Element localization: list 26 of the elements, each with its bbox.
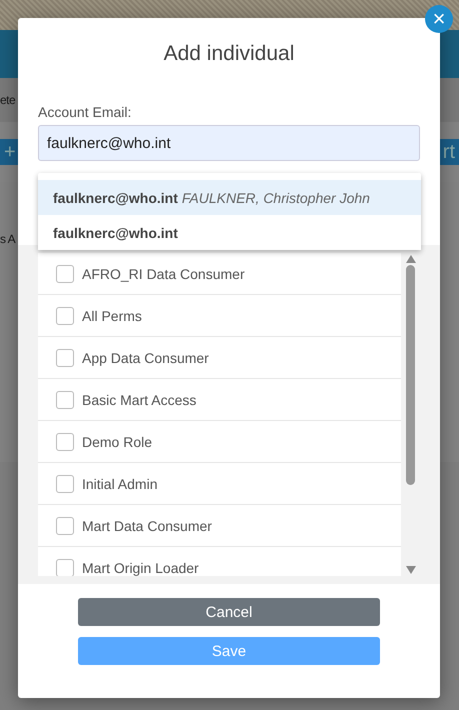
role-label: Mart Origin Loader [82,560,199,576]
field-label: Account Email: [38,104,132,120]
checkbox[interactable] [56,390,74,408]
role-label: AFRO_RI Data Consumer [82,266,245,282]
background-text: s A [0,232,16,246]
suggestion-item[interactable]: faulknerc@who.int FAULKNER, Christopher John [38,180,421,215]
checkbox[interactable] [56,264,74,282]
dialog-title: Add individual [162,42,296,66]
role-label: Mart Data Consumer [82,518,212,534]
role-label: Demo Role [82,434,152,450]
checkbox[interactable] [56,474,74,492]
suggestion-item[interactable]: faulknerc@who.int [38,215,421,250]
background-text: ete [0,93,16,107]
role-label: Initial Admin [82,476,158,492]
checkbox[interactable] [56,558,74,576]
checkbox[interactable] [56,516,74,534]
scroll-down-icon[interactable] [406,566,416,574]
checkbox[interactable] [56,306,74,324]
role-label: App Data Consumer [82,350,209,366]
scroll-up-icon[interactable] [406,255,416,263]
role-label: Basic Mart Access [82,392,196,408]
checkbox[interactable] [56,432,74,450]
cancel-button[interactable]: Cancel [78,598,380,626]
role-label: All Perms [82,308,142,324]
email-field[interactable]: faulknerc@who.int [38,125,420,161]
checkbox[interactable] [56,348,74,366]
